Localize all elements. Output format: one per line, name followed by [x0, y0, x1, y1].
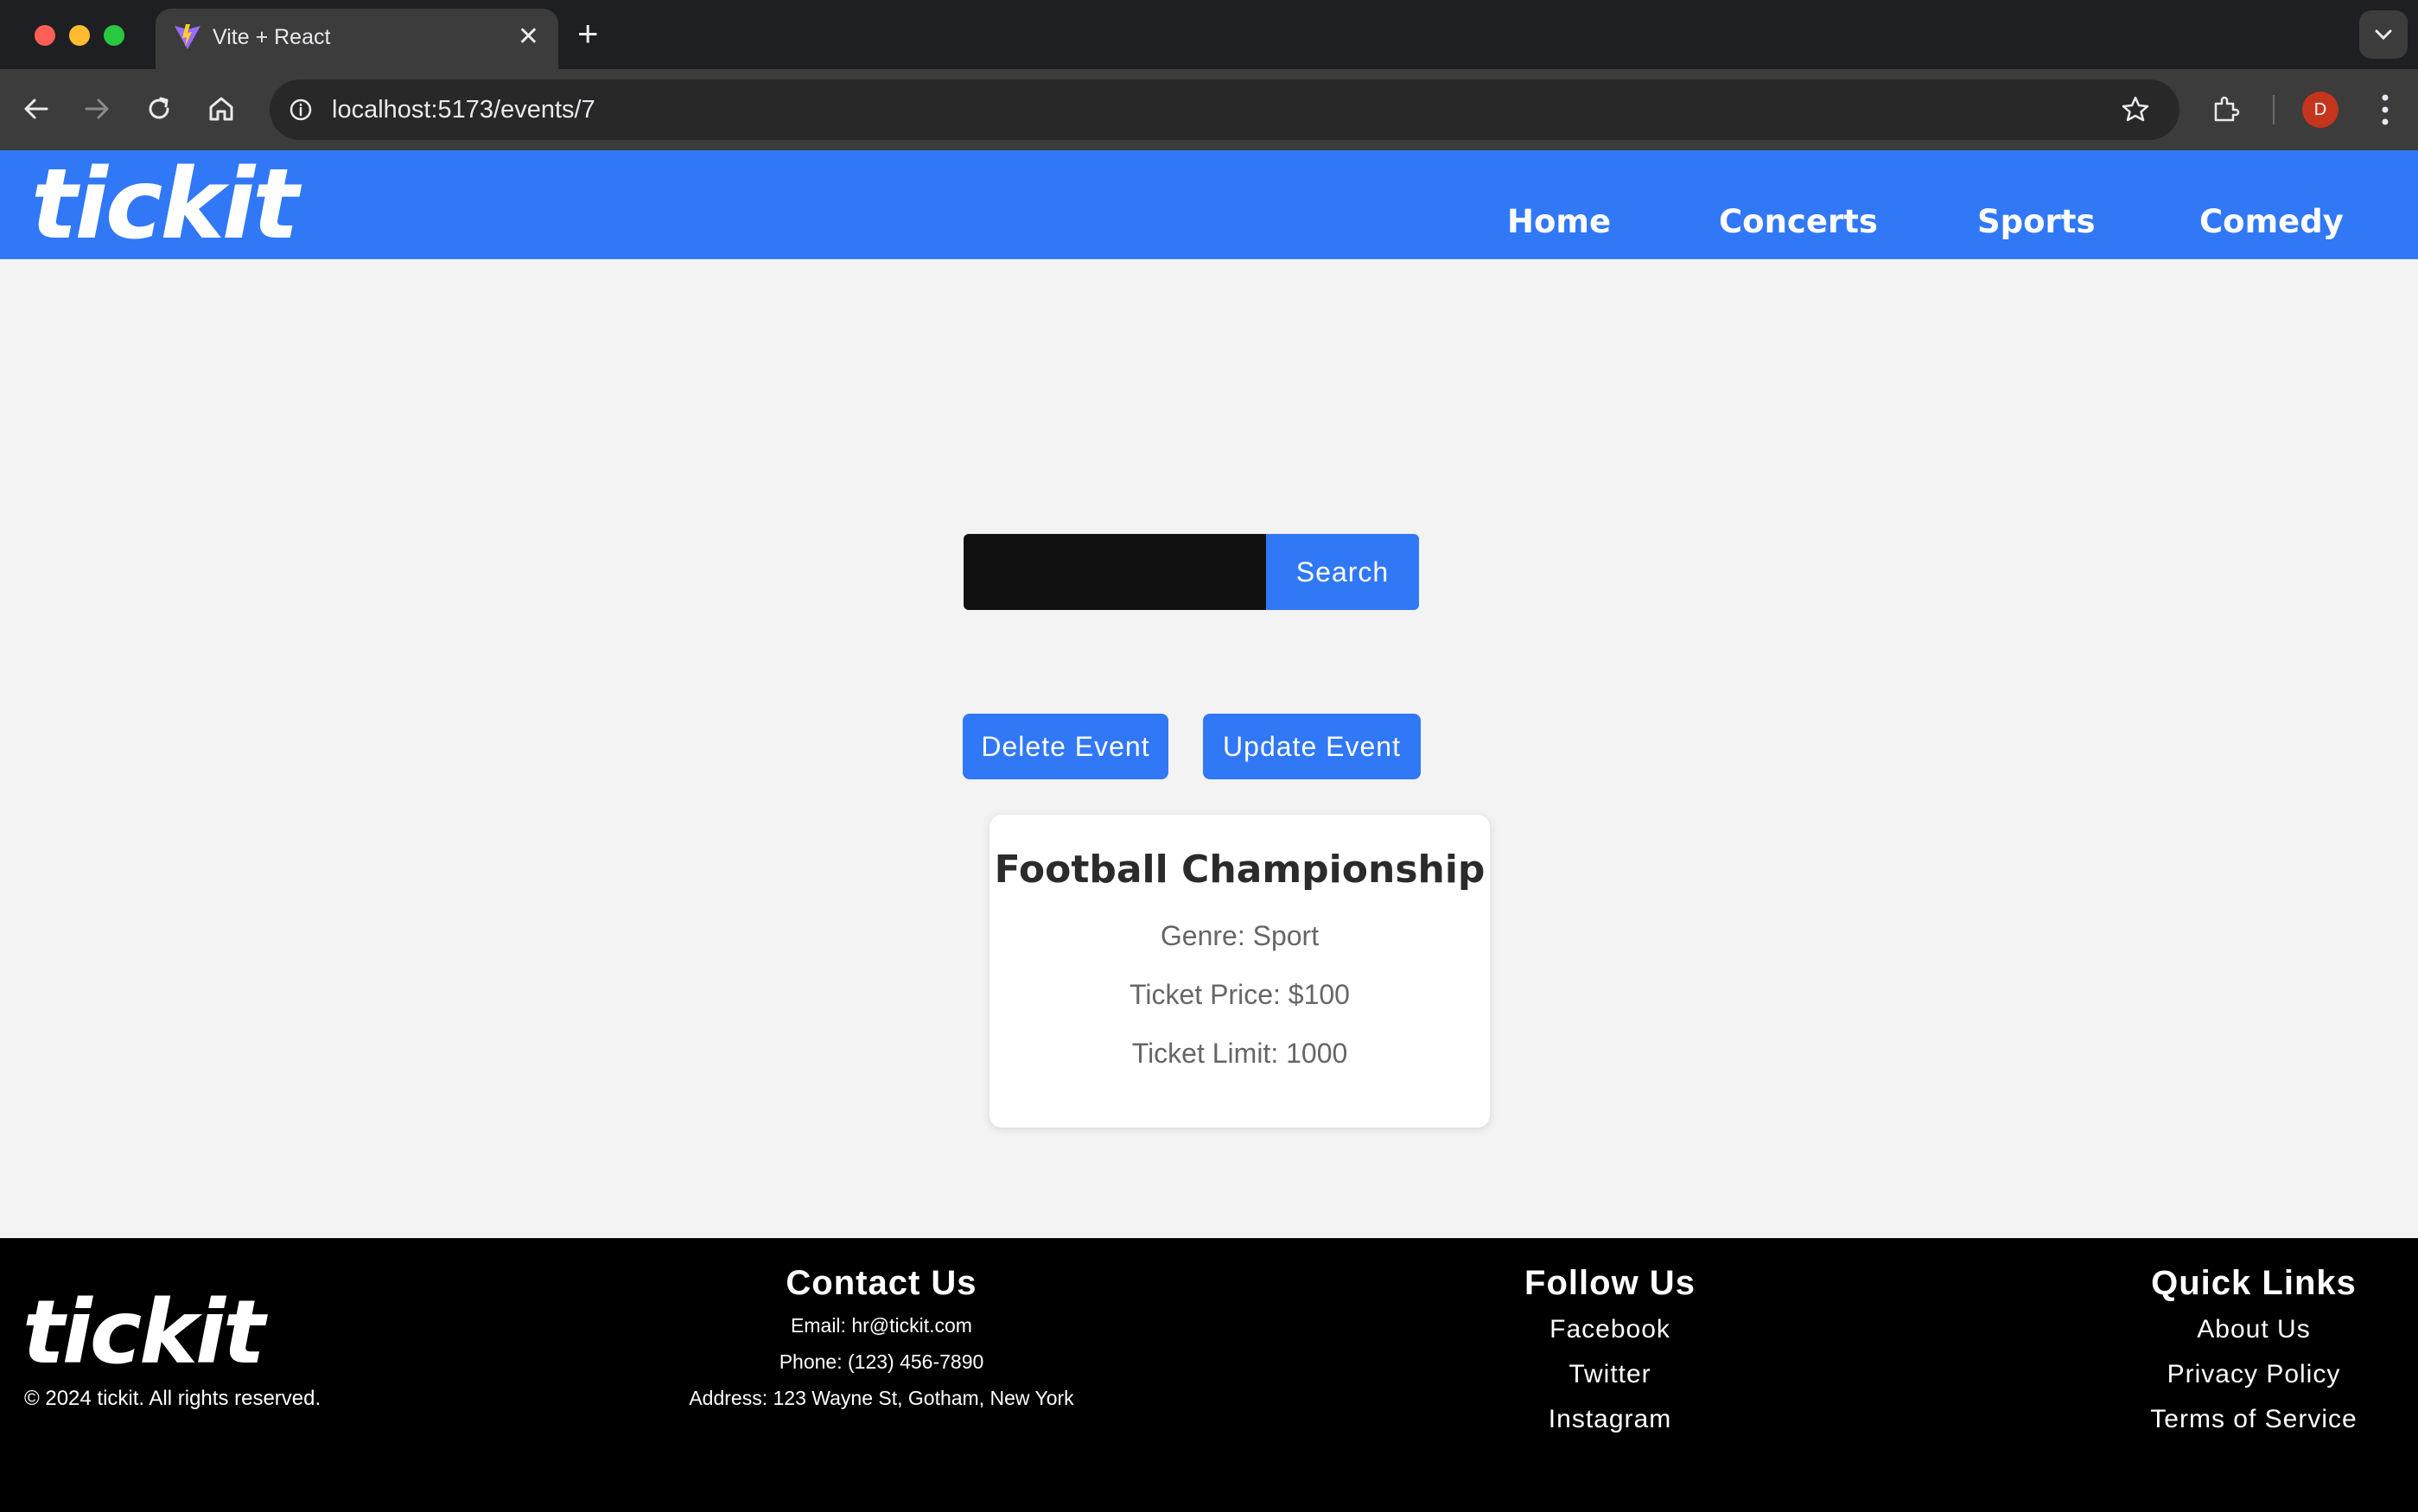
- site-header: tickit Home Concerts Sports Comedy: [0, 150, 2418, 259]
- quick-links-heading: Quick Links: [2151, 1264, 2357, 1302]
- minimize-window-button[interactable]: [69, 25, 90, 46]
- browser-menu-icon[interactable]: [2368, 90, 2402, 130]
- contact-address: Address: 123 Wayne St, Gotham, New York: [689, 1387, 1074, 1409]
- event-title: Football Championship: [994, 848, 1486, 892]
- nav-comedy[interactable]: Comedy: [2199, 202, 2344, 242]
- search-button[interactable]: Search: [1266, 534, 1419, 610]
- nav-home[interactable]: Home: [1507, 202, 1611, 242]
- nav-sports[interactable]: Sports: [1977, 202, 2096, 242]
- tab-title: Vite + React: [213, 25, 331, 49]
- tab-search-button[interactable]: [2359, 10, 2408, 59]
- browser-tab-bar: Vite + React ✕ +: [0, 0, 2418, 69]
- site-info-icon[interactable]: [283, 92, 318, 127]
- event-card: Football Championship Genre: Sport Ticke…: [989, 815, 1490, 1128]
- quick-links-section: Quick Links About Us Privacy Policy Term…: [2072, 1259, 2418, 1442]
- terms-of-service-link[interactable]: Terms of Service: [2072, 1397, 2418, 1442]
- contact-email: Email: hr@tickit.com: [791, 1314, 972, 1337]
- browser-tab[interactable]: Vite + React ✕: [156, 9, 558, 69]
- extensions-icon[interactable]: [2209, 92, 2243, 126]
- delete-event-button[interactable]: Delete Event: [963, 714, 1168, 779]
- browser-toolbar: localhost:5173/events/7 D: [0, 69, 2418, 150]
- site-logo[interactable]: tickit: [31, 150, 299, 259]
- close-tab-icon[interactable]: ✕: [518, 21, 539, 54]
- maximize-window-button[interactable]: [104, 25, 124, 46]
- address-bar[interactable]: localhost:5173/events/7: [270, 79, 2179, 140]
- footer-logo: tickit: [22, 1281, 265, 1384]
- twitter-link[interactable]: Twitter: [1437, 1352, 1783, 1397]
- url-text[interactable]: localhost:5173/events/7: [332, 94, 595, 125]
- vite-logo-icon: [175, 24, 200, 49]
- contact-heading: Contact Us: [786, 1264, 977, 1302]
- close-window-button[interactable]: [35, 25, 55, 46]
- contact-phone: Phone: (123) 456-7890: [779, 1350, 984, 1373]
- chevron-down-icon: [2375, 29, 2392, 41]
- bookmark-star-icon[interactable]: [2117, 92, 2154, 128]
- search-input[interactable]: [964, 534, 1267, 610]
- event-ticket-limit: Ticket Limit: 1000: [1131, 1038, 1348, 1069]
- follow-heading: Follow Us: [1524, 1264, 1696, 1302]
- event-genre: Genre: Sport: [1160, 920, 1320, 951]
- main-content: Search Delete Event Update Event Footbal…: [0, 259, 2418, 1238]
- back-icon[interactable]: [19, 92, 54, 126]
- home-icon[interactable]: [204, 92, 239, 126]
- copyright-text: © 2024 tickit. All rights reserved.: [24, 1387, 321, 1410]
- nav-concerts[interactable]: Concerts: [1719, 202, 1878, 242]
- follow-section: Follow Us Facebook Twitter Instagram: [1437, 1259, 1783, 1442]
- toolbar-divider: [2273, 95, 2275, 124]
- site-footer: tickit © 2024 tickit. All rights reserve…: [0, 1238, 2418, 1512]
- forward-icon[interactable]: [80, 92, 114, 126]
- about-us-link[interactable]: About Us: [2072, 1307, 2418, 1352]
- reload-icon[interactable]: [142, 92, 176, 126]
- privacy-policy-link[interactable]: Privacy Policy: [2072, 1352, 2418, 1397]
- new-tab-icon[interactable]: +: [577, 16, 599, 52]
- instagram-link[interactable]: Instagram: [1437, 1397, 1783, 1442]
- contact-section: Contact Us Email: hr@tickit.com Phone: (…: [674, 1259, 1089, 1416]
- update-event-button[interactable]: Update Event: [1203, 714, 1421, 779]
- profile-avatar[interactable]: D: [2302, 92, 2338, 128]
- facebook-link[interactable]: Facebook: [1437, 1307, 1783, 1352]
- event-ticket-price: Ticket Price: $100: [1129, 979, 1350, 1010]
